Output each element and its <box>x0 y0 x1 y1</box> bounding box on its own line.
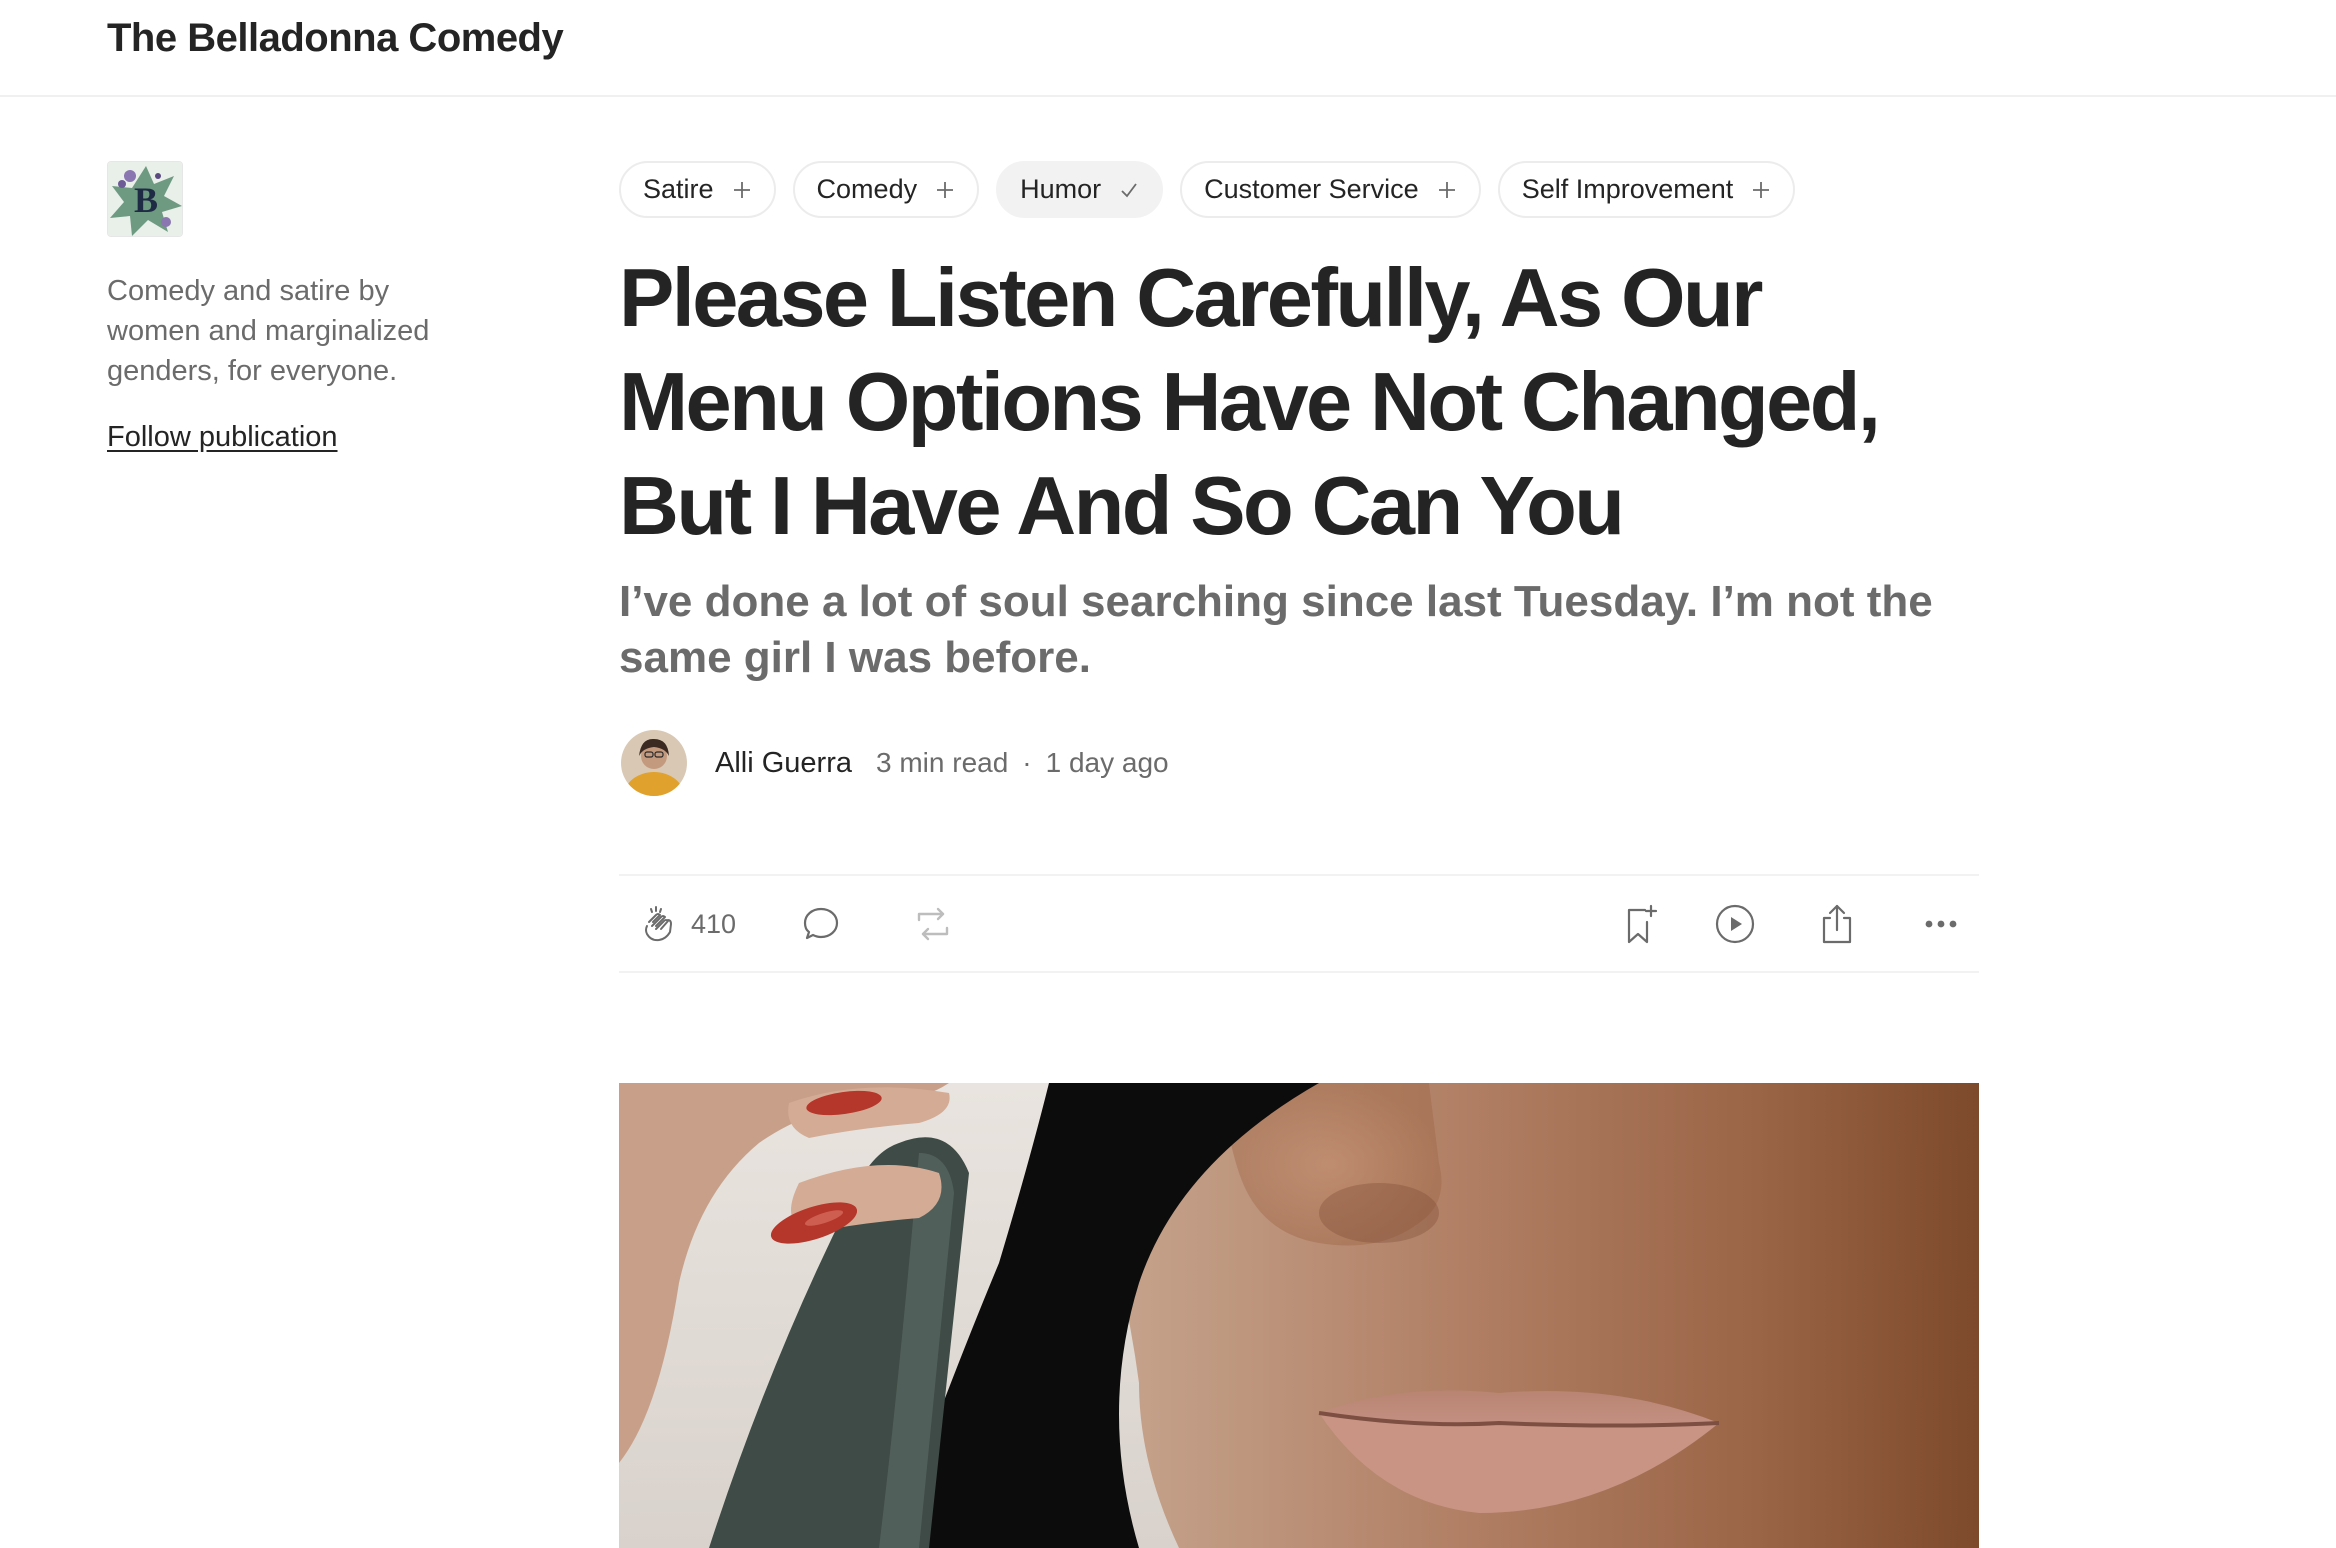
clap-count: 410 <box>691 908 737 939</box>
tag-label: Humor <box>1020 174 1102 204</box>
tag-label: Self Improvement <box>1521 174 1734 204</box>
play-icon <box>1715 904 1755 944</box>
author-name[interactable]: Alli Guerra <box>715 747 852 780</box>
share-icon <box>1822 904 1852 944</box>
repost-icon <box>917 907 949 941</box>
article-main: Satire Comedy Humor Customer Service Sel… <box>619 161 1979 973</box>
tag-satire[interactable]: Satire <box>619 161 776 218</box>
svg-text:B: B <box>134 180 158 220</box>
article-hero-image <box>619 1083 1979 1548</box>
publish-date: 1 day ago <box>1045 747 1169 778</box>
byline: Alli Guerra 3 min read · 1 day ago <box>619 728 1979 798</box>
article-title: Please Listen Carefully, As Our Menu Opt… <box>619 251 1881 552</box>
tag-label: Customer Service <box>1204 174 1419 204</box>
checkmark-icon <box>1121 182 1137 197</box>
author-avatar[interactable] <box>621 730 687 796</box>
plus-icon <box>1753 181 1770 198</box>
follow-publication-link[interactable]: Follow publication <box>107 421 338 454</box>
plus-icon <box>1438 181 1455 198</box>
repost-button[interactable] <box>911 900 955 948</box>
article-meta: 3 min read · 1 day ago <box>876 747 1169 779</box>
plus-icon <box>733 181 750 198</box>
top-bar: The Belladonna Comedy <box>0 0 2336 97</box>
comment-button[interactable] <box>801 900 841 948</box>
bookmark-add-icon <box>1627 904 1658 944</box>
listen-button[interactable] <box>1713 900 1757 948</box>
article-subtitle: I’ve done a lot of soul searching since … <box>619 577 1933 682</box>
read-time: 3 min read <box>876 747 1009 778</box>
tag-self-improvement[interactable]: Self Improvement <box>1497 161 1796 218</box>
publication-sidebar: B Comedy and satire by women and margina… <box>107 161 447 454</box>
tag-customer-service[interactable]: Customer Service <box>1180 161 1481 218</box>
plus-icon <box>937 181 954 198</box>
tag-humor[interactable]: Humor <box>996 161 1164 218</box>
publication-description: Comedy and satire by women and marginali… <box>107 275 430 387</box>
tag-comedy[interactable]: Comedy <box>792 161 980 218</box>
publication-logo-icon: B <box>108 162 182 236</box>
publication-logo[interactable]: B <box>107 161 183 237</box>
clap-icon <box>645 906 672 942</box>
meta-separator: · <box>1022 747 1032 778</box>
bookmark-button[interactable] <box>1619 900 1663 948</box>
publication-title[interactable]: The Belladonna Comedy <box>107 16 564 61</box>
more-icon <box>1925 920 1957 928</box>
tag-label: Satire <box>643 174 714 204</box>
article-action-bar: 410 <box>619 874 1979 973</box>
tag-label: Comedy <box>816 174 918 204</box>
tag-list: Satire Comedy Humor Customer Service Sel… <box>619 161 1979 218</box>
share-button[interactable] <box>1815 900 1859 948</box>
hero-photo <box>619 1083 1979 1548</box>
author-avatar-image <box>621 730 687 796</box>
clap-button[interactable]: 410 <box>637 900 736 948</box>
comment-icon <box>803 907 839 940</box>
more-options-button[interactable] <box>1919 900 1963 948</box>
